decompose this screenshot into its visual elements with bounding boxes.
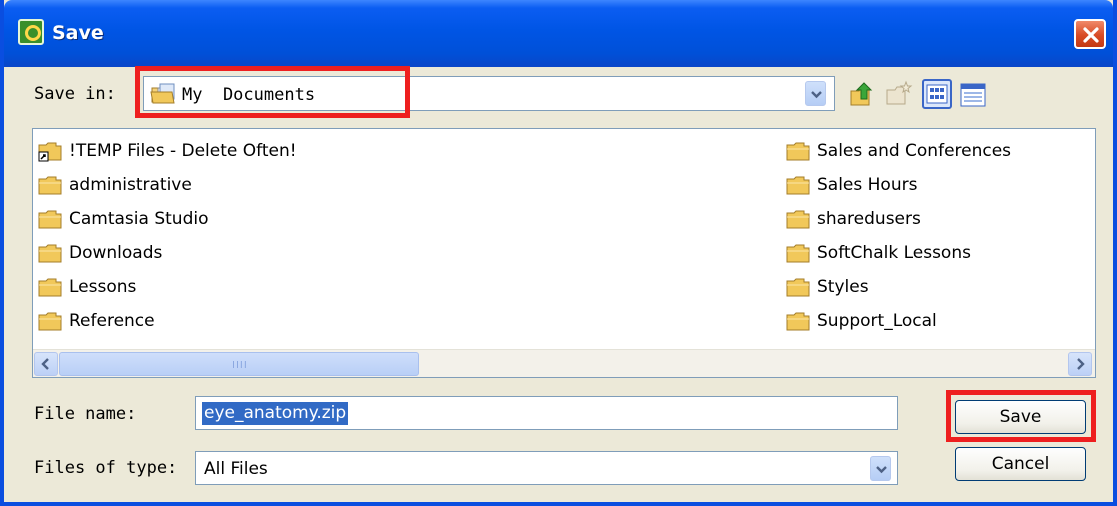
save-in-dropdown-button[interactable] [805, 81, 826, 106]
list-item-label: SoftChalk Lessons [817, 243, 971, 263]
view-list-button[interactable] [922, 79, 952, 109]
file-name-input[interactable]: eye_anatomy.zip [195, 396, 898, 430]
list-item[interactable]: Styles [785, 273, 869, 301]
list-item-label: Downloads [69, 243, 163, 263]
list-item-label: Sales and Conferences [817, 141, 1012, 161]
list-item[interactable]: sharedusers [785, 205, 921, 233]
list-item[interactable]: SoftChalk Lessons [785, 239, 971, 267]
folder-icon [786, 312, 810, 331]
chevron-left-icon [41, 358, 49, 370]
list-item-label: sharedusers [817, 209, 921, 229]
list-item[interactable]: Sales and Conferences [785, 137, 1011, 165]
app-icon [18, 19, 44, 45]
cancel-button[interactable]: Cancel [955, 447, 1086, 481]
list-item-label: Support_Local [817, 311, 937, 331]
close-button[interactable] [1074, 19, 1106, 49]
file-name-value: eye_anatomy.zip [202, 402, 349, 425]
save-dialog: Save Save in: My Documents !TEMP Files -… [0, 0, 1117, 506]
list-item-label: Sales Hours [817, 175, 918, 195]
list-item[interactable]: Lessons [37, 273, 136, 301]
list-item-label: Camtasia Studio [69, 209, 209, 229]
file-list[interactable]: !TEMP Files - Delete Often! administrati… [32, 128, 1096, 378]
shortcut-folder-icon [38, 142, 62, 162]
list-item[interactable]: Sales Hours [785, 171, 917, 199]
folder-icon [786, 278, 810, 297]
folder-icon [38, 244, 62, 263]
list-item[interactable]: administrative [37, 171, 192, 199]
save-button-highlight [946, 390, 1096, 442]
list-item[interactable]: Support_Local [785, 307, 937, 335]
list-item-label: administrative [69, 175, 192, 195]
scroll-right-button[interactable] [1068, 352, 1092, 376]
save-in-label: Save in: [34, 84, 116, 104]
save-in-highlight [135, 66, 410, 118]
file-name-label: File name: [34, 404, 137, 424]
horizontal-scrollbar[interactable]: IIII [33, 349, 1095, 377]
folder-icon [786, 210, 810, 229]
list-item[interactable]: Reference [37, 307, 155, 335]
chevron-right-icon [1077, 358, 1085, 370]
scroll-left-button[interactable] [34, 352, 58, 376]
folder-icon [38, 176, 62, 195]
folder-icon [38, 312, 62, 331]
view-details-icon[interactable] [959, 81, 987, 109]
close-icon [1083, 27, 1099, 43]
window-title: Save [52, 22, 104, 44]
scroll-thumb[interactable]: IIII [59, 352, 419, 376]
folder-icon [786, 142, 810, 161]
file-type-value: All Files [204, 459, 268, 479]
list-item-label: !TEMP Files - Delete Often! [69, 141, 297, 161]
chevron-down-icon [876, 466, 887, 474]
list-item[interactable]: Camtasia Studio [37, 205, 208, 233]
folder-icon [38, 278, 62, 297]
up-folder-icon[interactable] [847, 79, 877, 109]
new-folder-icon[interactable] [884, 79, 914, 109]
chevron-down-icon [811, 91, 822, 99]
list-item-label: Reference [69, 311, 155, 331]
file-type-select[interactable]: All Files [195, 451, 898, 485]
grip-icon: IIII [232, 360, 248, 371]
list-item[interactable]: !TEMP Files - Delete Often! [37, 137, 297, 165]
title-bar[interactable]: Save [4, 0, 1113, 67]
folder-icon [786, 244, 810, 263]
list-item-label: Lessons [69, 277, 137, 297]
list-item-label: Styles [817, 277, 869, 297]
file-type-dropdown-button[interactable] [870, 456, 891, 481]
folder-icon [38, 210, 62, 229]
folder-icon [786, 176, 810, 195]
list-item[interactable]: Downloads [37, 239, 162, 267]
file-type-label: Files of type: [34, 458, 178, 478]
view-list-icon [926, 84, 948, 104]
